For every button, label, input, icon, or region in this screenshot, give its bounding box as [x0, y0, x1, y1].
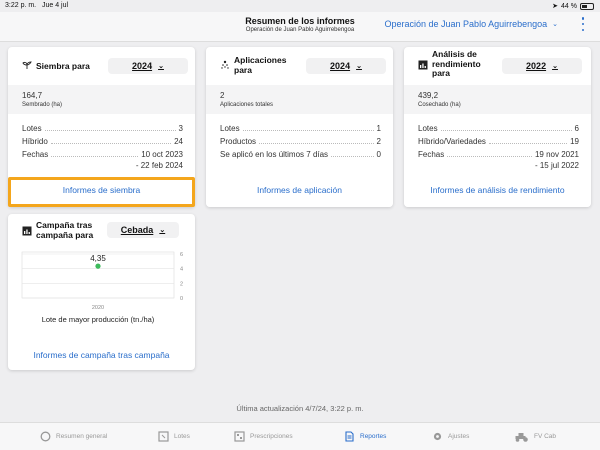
y-tick-label: 6: [180, 252, 183, 258]
stat-row-cont: - 15 jul 2022: [534, 161, 579, 170]
y-tick-label: 0: [180, 296, 183, 302]
stat-row: Lotes 1: [220, 124, 381, 133]
rendimiento-card: Análisis de rendimiento para 2022 ⌄ 439,…: [404, 47, 591, 207]
tab-lotes[interactable]: Lotes: [158, 431, 190, 442]
campana-reports-link[interactable]: Informes de campaña tras campaña: [8, 350, 195, 360]
more-options-button[interactable]: [580, 17, 586, 31]
year-value: 2022: [526, 61, 547, 71]
aplicaciones-reports-link[interactable]: Informes de aplicación: [206, 185, 393, 195]
year-value: 2024: [330, 61, 351, 71]
x-tick-label: 2020: [92, 305, 104, 311]
stat-row: Híbrido 24: [22, 137, 183, 146]
summary-value: 164,7: [22, 91, 43, 100]
summary-value: 439,2: [418, 91, 439, 100]
battery-icon: [580, 2, 594, 10]
tractor-icon: [515, 433, 528, 442]
aplicaciones-card: Aplicaciones para 2024 ⌄ 2 Aplicaciones …: [206, 47, 393, 207]
tab-fv-cab[interactable]: FV Cab: [514, 431, 556, 442]
tab-label: Resumen general: [56, 433, 108, 440]
data-label: 4,35: [90, 254, 106, 263]
tab-label: Ajustes: [448, 433, 470, 440]
year-selector[interactable]: 2022 ⌄: [502, 58, 582, 74]
page-title: Resumen de los informes: [245, 16, 355, 26]
status-time: 3:22 p. m. Jue 4 jul: [5, 2, 69, 9]
summary-label: Sembrado (ha): [22, 102, 63, 108]
highlight-box: [8, 177, 195, 207]
card-title: Campaña tras campaña para: [36, 220, 94, 240]
chevron-down-icon: ⌄: [356, 63, 362, 70]
y-tick-label: 4: [180, 267, 183, 273]
operation-selector[interactable]: Operación de Juan Pablo Aguirrebengoa ⌄: [385, 19, 559, 29]
tab-label: Prescripciones: [250, 433, 293, 440]
stat-row: Productos 2: [220, 137, 381, 146]
sprayer-icon: [221, 60, 229, 69]
yield-chart: 0 2 4 6 4,35 2020 Lote de mayor producción (tn…: [21, 251, 183, 324]
summary-icon: [40, 431, 51, 442]
crop-selector[interactable]: Cebada ⌄: [107, 222, 179, 238]
stat-row: Se aplicó en los últimos 7 días 0: [220, 150, 381, 159]
operation-label: Operación de Juan Pablo Aguirrebengoa: [384, 19, 548, 29]
tab-label: FV Cab: [534, 433, 557, 440]
fields-icon: [158, 431, 169, 442]
tab-prescripciones[interactable]: Prescripciones: [234, 431, 293, 442]
yield-chart-icon: [418, 60, 428, 70]
seedling-icon: [22, 61, 32, 69]
year-selector[interactable]: 2024 ⌄: [108, 58, 188, 74]
stat-row: Fechas 10 oct 2023: [22, 150, 183, 159]
x-axis-label: Lote de mayor producción (tn./ha): [42, 315, 155, 324]
card-header: Análisis de rendimiento para 2022 ⌄: [404, 47, 591, 85]
rendimiento-reports-link[interactable]: Informes de análisis de rendimiento: [404, 185, 591, 195]
status-bar: 3:22 p. m. Jue 4 jul ➤ 44 %: [0, 0, 600, 12]
card-title: Aplicaciones para: [234, 55, 287, 75]
yield-chart-icon: [22, 226, 32, 236]
stat-row: Lotes 3: [22, 124, 183, 133]
gear-icon: [433, 432, 442, 441]
card-title: Análisis de rendimiento para: [432, 49, 481, 78]
battery-percent: 44 %: [561, 2, 577, 10]
summary-value: 2: [220, 91, 225, 100]
prescriptions-icon: [234, 431, 245, 442]
status-indicators: ➤ 44 %: [552, 2, 594, 10]
chevron-down-icon: ⌄: [159, 227, 166, 234]
card-header: Aplicaciones para 2024 ⌄: [206, 47, 393, 85]
tab-label: Reportes: [360, 433, 387, 440]
crop-value: Cebada: [120, 225, 154, 235]
reports-icon: [345, 431, 354, 442]
data-point: [95, 263, 101, 269]
location-icon: ➤: [552, 3, 559, 10]
page-subtitle: Operación de Juan Pablo Aguirrebengoa: [245, 27, 355, 33]
card-header: Siembra para 2024 ⌄: [8, 47, 195, 85]
tab-resumen-general[interactable]: Resumen general: [40, 431, 107, 442]
tab-ajustes[interactable]: Ajustes: [432, 431, 469, 442]
year-selector[interactable]: 2024 ⌄: [306, 58, 386, 74]
summary-label: Aplicaciones totales: [220, 102, 274, 108]
year-value: 2024: [132, 61, 153, 71]
chevron-down-icon: ⌄: [158, 63, 164, 70]
stat-row: Híbrido/Variedades 19: [418, 137, 579, 146]
chevron-down-icon: ⌄: [552, 63, 558, 70]
stat-row-cont: - 22 feb 2024: [135, 161, 183, 170]
tab-reportes[interactable]: Reportes: [344, 431, 386, 442]
tab-bar: Resumen general Lotes Prescripciones Rep…: [0, 422, 600, 450]
y-tick-label: 2: [180, 281, 183, 287]
stat-row: Fechas 19 nov 2021: [418, 150, 579, 159]
summary-label: Cosechado (ha): [418, 102, 461, 108]
nav-bar: Resumen de los informes Operación de Jua…: [0, 12, 600, 42]
chevron-down-icon: ⌄: [552, 21, 558, 28]
stat-row: Lotes 6: [418, 124, 579, 133]
tab-label: Lotes: [174, 433, 190, 440]
last-updated: Última actualización 4/7/24, 3:22 p. m.: [236, 404, 364, 413]
card-title: Siembra para: [36, 61, 90, 71]
